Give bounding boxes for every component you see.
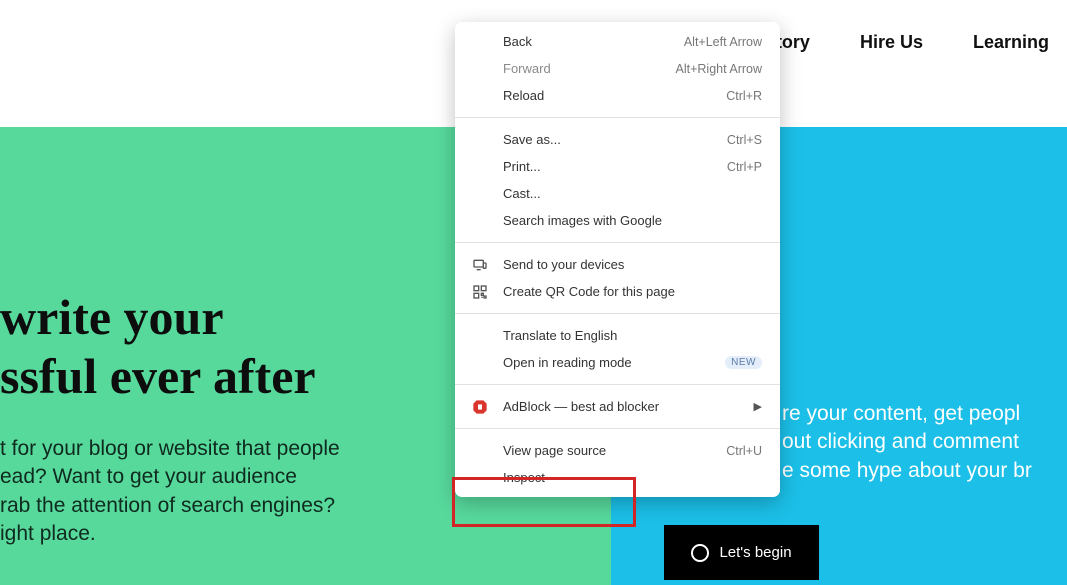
menu-item-translate[interactable]: Translate to English [455, 322, 780, 349]
menu-item-back[interactable]: Back Alt+Left Arrow [455, 28, 780, 55]
menu-label: Cast... [503, 186, 762, 201]
menu-label: Reload [503, 88, 726, 103]
hero-body-right: re your content, get peopl out clicking … [782, 400, 1067, 485]
menu-label: Open in reading mode [503, 355, 717, 370]
menu-shortcut: Ctrl+R [726, 89, 762, 103]
headline-line2: ssful ever after [0, 347, 470, 406]
context-menu: Back Alt+Left Arrow Forward Alt+Right Ar… [455, 22, 780, 497]
new-badge: NEW [725, 356, 762, 369]
menu-separator [455, 428, 780, 429]
menu-separator [455, 117, 780, 118]
menu-label: Inspect [503, 470, 762, 485]
menu-item-send-devices[interactable]: Send to your devices [455, 251, 780, 278]
menu-label: Search images with Google [503, 213, 762, 228]
nav-links: tory Hire Us Learning [776, 32, 1049, 53]
menu-shortcut: Ctrl+S [727, 133, 762, 147]
menu-shortcut: Alt+Right Arrow [676, 62, 763, 76]
qr-icon [471, 283, 489, 301]
body-left-l2: ead? Want to get your audience [0, 463, 408, 491]
menu-item-reading-mode[interactable]: Open in reading mode NEW [455, 349, 780, 376]
menu-label: Translate to English [503, 328, 762, 343]
body-right-l3: e some hype about your br [782, 457, 1067, 485]
hero-headline: write your ssful ever after [0, 288, 470, 406]
menu-label: Send to your devices [503, 257, 762, 272]
menu-label: AdBlock — best ad blocker [503, 399, 754, 414]
menu-item-qr-code[interactable]: Create QR Code for this page [455, 278, 780, 305]
nav-link-learning[interactable]: Learning [973, 32, 1049, 53]
menu-label: Print... [503, 159, 727, 174]
circle-icon [691, 544, 709, 562]
menu-item-search-images[interactable]: Search images with Google [455, 207, 780, 234]
headline-line1: write your [0, 288, 470, 347]
body-left-l4: ight place. [0, 520, 408, 548]
menu-label: Back [503, 34, 684, 49]
menu-item-forward[interactable]: Forward Alt+Right Arrow [455, 55, 780, 82]
menu-shortcut: Alt+Left Arrow [684, 35, 762, 49]
menu-label: View page source [503, 443, 726, 458]
devices-icon [471, 256, 489, 274]
menu-separator [455, 313, 780, 314]
body-left-l1: t for your blog or website that people [0, 435, 408, 463]
cta-label: Let's begin [719, 544, 791, 561]
menu-item-adblock[interactable]: AdBlock — best ad blocker ▶ [455, 393, 780, 420]
hero-body-left: t for your blog or website that people e… [0, 435, 408, 548]
body-left-l3: rab the attention of search engines? [0, 492, 408, 520]
menu-item-save-as[interactable]: Save as... Ctrl+S [455, 126, 780, 153]
menu-label: Forward [503, 61, 676, 76]
menu-separator [455, 242, 780, 243]
body-right-l2: out clicking and comment [782, 428, 1067, 456]
menu-item-reload[interactable]: Reload Ctrl+R [455, 82, 780, 109]
menu-item-inspect[interactable]: Inspect [455, 464, 780, 491]
nav-link-hire-us[interactable]: Hire Us [860, 32, 923, 53]
body-right-l1: re your content, get peopl [782, 400, 1067, 428]
menu-separator [455, 384, 780, 385]
menu-item-view-source[interactable]: View page source Ctrl+U [455, 437, 780, 464]
adblock-icon [471, 398, 489, 416]
menu-label: Save as... [503, 132, 727, 147]
nav-link-story[interactable]: tory [776, 32, 810, 53]
menu-item-cast[interactable]: Cast... [455, 180, 780, 207]
menu-item-print[interactable]: Print... Ctrl+P [455, 153, 780, 180]
menu-shortcut: Ctrl+U [726, 444, 762, 458]
menu-label: Create QR Code for this page [503, 284, 762, 299]
cta-lets-begin[interactable]: Let's begin [664, 525, 819, 580]
chevron-right-icon: ▶ [754, 400, 762, 413]
menu-shortcut: Ctrl+P [727, 160, 762, 174]
